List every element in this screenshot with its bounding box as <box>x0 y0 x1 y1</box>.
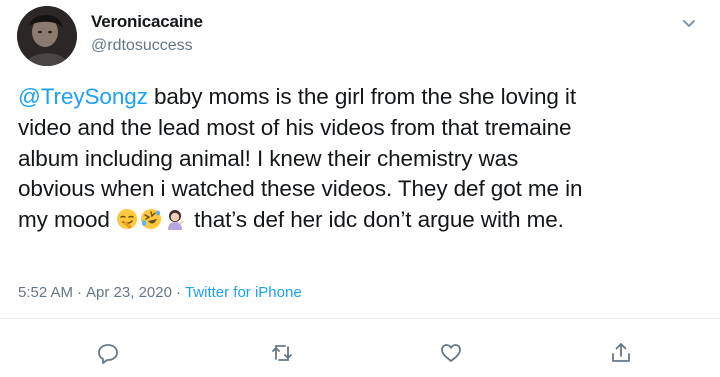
share-icon[interactable] <box>609 341 633 365</box>
tweet-line: @TreySongz baby moms is the girl from th… <box>18 82 708 113</box>
tweet-meta: 5:52 AM · Apr 23, 2020 · Twitter for iPhone <box>18 284 302 301</box>
tweet-date[interactable]: Apr 23, 2020 <box>86 284 172 301</box>
user-handle[interactable]: @rdtosuccess <box>91 37 193 55</box>
tweet-text-segment: baby moms is the girl from the she lovin… <box>147 84 576 109</box>
tweet-time[interactable]: 5:52 AM <box>18 284 73 301</box>
tweet-line: obvious when i watched these videos. The… <box>18 176 583 202</box>
meta-separator: · <box>175 284 181 301</box>
display-name[interactable]: Veronicacaine <box>91 12 203 32</box>
avatar[interactable] <box>17 6 77 66</box>
smirking-face-icon <box>116 208 138 230</box>
woman-tipping-hand-icon <box>164 208 186 231</box>
chevron-down-icon[interactable] <box>680 14 698 32</box>
divider <box>0 318 720 319</box>
tweet-text-segment: my mood <box>18 207 116 233</box>
tweet-text: @TreySongz baby moms is the girl from th… <box>18 82 708 236</box>
mention-link[interactable]: @TreySongz <box>18 84 148 109</box>
meta-separator: · <box>77 284 83 301</box>
rolling-on-floor-laughing-icon <box>140 208 162 230</box>
avatar-photo-icon <box>17 6 77 66</box>
tweet-source-link[interactable]: Twitter for iPhone <box>185 284 302 301</box>
like-icon[interactable] <box>439 341 463 365</box>
reply-icon[interactable] <box>96 341 120 365</box>
tweet-card: Veronicacaine @rdtosuccess @TreySongz ba… <box>0 0 720 377</box>
tweet-line: video and the lead most of his videos fr… <box>18 114 572 140</box>
tweet-line: my mood that’s def her idc don’t argue w… <box>18 205 708 236</box>
tweet-line: album including animal! I knew their che… <box>18 145 519 171</box>
tweet-text-segment: that’s def her idc don’t argue with me. <box>187 207 564 233</box>
retweet-icon[interactable] <box>270 341 294 365</box>
